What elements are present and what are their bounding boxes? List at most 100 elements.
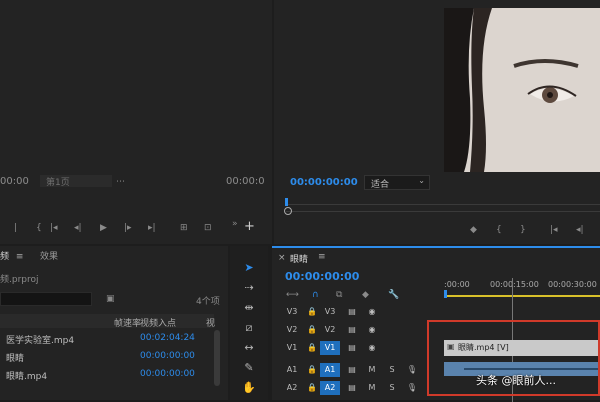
timeline-timecode[interactable]: 00:00:00:00 [285,270,359,283]
source-duration: 00:00:0 [226,176,265,187]
microphone-icon[interactable]: 🎙 [404,381,420,395]
project-item-row[interactable]: 眼睛.mp4 00:00:00:00 [0,366,214,384]
program-video-frame [444,8,600,172]
playhead-marker[interactable] [285,198,288,206]
hand-tool-icon[interactable]: ✋ [240,380,258,396]
track-header-v3[interactable]: V3 🔒 V3 ▤ ◉ [272,305,442,323]
project-item-in: 00:00:00:00 [140,369,195,379]
project-panel: 频 ≡ 效果 频.prproj ▣ 4个项 帧速率 视频入点 视 医学实验室.m… [0,246,228,400]
lock-icon[interactable]: 🔒 [304,381,320,395]
chevron-down-icon: ⌄ [418,176,425,185]
lock-icon[interactable]: 🔒 [304,363,320,377]
eye-icon[interactable]: ◉ [364,341,380,355]
track-target-v1[interactable]: V1 [320,341,340,355]
goto-in-icon[interactable]: |◂ [550,225,558,235]
work-area-bar[interactable] [444,295,600,297]
add-marker-icon[interactable]: ◆ [470,225,477,235]
program-timecode[interactable]: 00:00:00:00 [290,177,358,188]
time-ruler[interactable]: :00:00 00:00:15:00 00:00:30:00 [444,278,600,300]
sync-lock-icon[interactable]: ▤ [344,381,360,395]
eye-icon[interactable]: ◉ [364,323,380,337]
track-header-v2[interactable]: V2 🔒 V2 ▤ ◉ [272,323,442,341]
new-bin-icon[interactable]: ▣ [106,294,115,304]
fit-dropdown-label: 适合 [371,180,390,190]
column-header-video-in[interactable]: 视频入点 [140,316,176,329]
project-item-row[interactable]: 眼睛 00:00:00:00 [0,348,214,366]
fit-dropdown[interactable]: 适合 ⌄ [364,175,430,190]
source-add-button-icon[interactable]: + [244,220,255,233]
razor-tool-icon[interactable]: ⧄ [240,320,258,336]
mark-in-icon[interactable]: { [496,225,502,235]
source-goto-in-icon[interactable]: |◂ [50,223,58,233]
lock-icon[interactable]: 🔒 [304,341,320,355]
column-header-video[interactable]: 视 [206,316,215,329]
track-label-source: A1 [286,365,298,374]
source-mark-out-icon[interactable]: { [36,223,42,233]
face-image [444,8,600,172]
source-goto-out-icon[interactable]: ▸| [148,223,156,233]
add-marker-icon[interactable]: ◆ [362,290,369,300]
timeline-menu-icon[interactable]: ≡ [318,252,326,262]
watermark: 头条 @眼前人... [476,374,556,387]
ripple-edit-tool-icon[interactable]: ⇹ [240,300,258,316]
sync-lock-icon[interactable]: ▤ [344,341,360,355]
track-header-a2[interactable]: A2 🔒 A2 ▤ M S 🎙 [272,381,442,399]
timeline-playhead[interactable] [444,290,447,298]
step-back-icon[interactable]: ◂| [576,225,584,235]
source-play-icon[interactable]: ▶ [100,223,107,233]
solo-button[interactable]: S [384,381,400,395]
selection-tool-icon[interactable]: ➤ [240,260,258,276]
lock-icon[interactable]: 🔒 [304,323,320,337]
track-select-tool-icon[interactable]: ⇢ [240,280,258,296]
tab-project-label: 频 [0,252,10,262]
track-label: V2 [324,325,336,334]
mark-out-icon[interactable]: } [520,225,526,235]
program-scrub-bar[interactable] [284,198,600,215]
source-expand-icon[interactable]: » [232,219,238,229]
snap-icon[interactable]: ∩ [312,290,319,300]
tab-project[interactable]: 频 ≡ [0,249,24,262]
sync-lock-icon[interactable]: ▤ [344,323,360,337]
zoom-handle[interactable] [284,207,292,215]
track-target-a1[interactable]: A1 [320,363,340,377]
project-scrollbar[interactable] [214,330,220,386]
close-icon[interactable]: × [278,253,286,263]
track-label: V3 [324,307,336,316]
project-item-name: 眼睛 [6,354,25,364]
sync-lock-icon[interactable]: ▤ [344,363,360,377]
track-header-v1[interactable]: V1 🔒 V1 ▤ ◉ [272,341,442,359]
sync-lock-icon[interactable]: ▤ [344,305,360,319]
track-target-a2[interactable]: A2 [320,381,340,395]
source-overwrite-icon[interactable]: ⊡ [204,223,212,233]
nest-icon[interactable]: ⟷ [286,290,299,300]
program-monitor: 00:00:00:00 适合 ⌄ ◆ { } |◂ ◂| [274,0,600,244]
slip-tool-icon[interactable]: ↔ [240,340,258,356]
project-item-in: 00:02:04:24 [140,333,195,343]
wrench-icon[interactable]: 🔧 [388,290,399,300]
source-settings-icon[interactable]: ⋯ [116,177,125,187]
source-page-select[interactable]: 第1页 [40,175,112,188]
solo-button[interactable]: S [384,363,400,377]
ruler-label: 00:00:15:00 [490,280,539,289]
linked-selection-icon[interactable]: ⧉ [336,290,342,300]
column-header-row: 帧速率 视频入点 视 [0,314,215,329]
eye-icon[interactable]: ◉ [364,305,380,319]
project-search-input[interactable] [0,292,92,306]
mute-button[interactable]: M [364,363,380,377]
pen-tool-icon[interactable]: ✎ [240,360,258,376]
tab-effects[interactable]: 效果 [40,249,58,262]
column-header-frame-rate[interactable]: 帧速率 [114,316,141,329]
source-mark-in-icon[interactable]: | [14,223,17,233]
sequence-tab[interactable]: 眼睛 [290,252,308,265]
source-monitor: 00:00 第1页 ⋯ 00:00:0 | { |◂ ◂| ▶ |▸ ▸| ⊞ … [0,0,272,244]
track-header-a1[interactable]: A1 🔒 A1 ▤ M S 🎙 [272,363,442,381]
mute-button[interactable]: M [364,381,380,395]
source-step-forward-icon[interactable]: |▸ [124,223,132,233]
source-step-back-icon[interactable]: ◂| [74,223,82,233]
source-insert-icon[interactable]: ⊞ [180,223,188,233]
microphone-icon[interactable]: 🎙 [404,363,420,377]
lock-icon[interactable]: 🔒 [304,305,320,319]
project-item-row[interactable]: 医学实验室.mp4 00:02:04:24 [0,330,214,348]
project-item-name: 医学实验室.mp4 [6,336,75,346]
panel-menu-icon[interactable]: ≡ [16,252,24,262]
